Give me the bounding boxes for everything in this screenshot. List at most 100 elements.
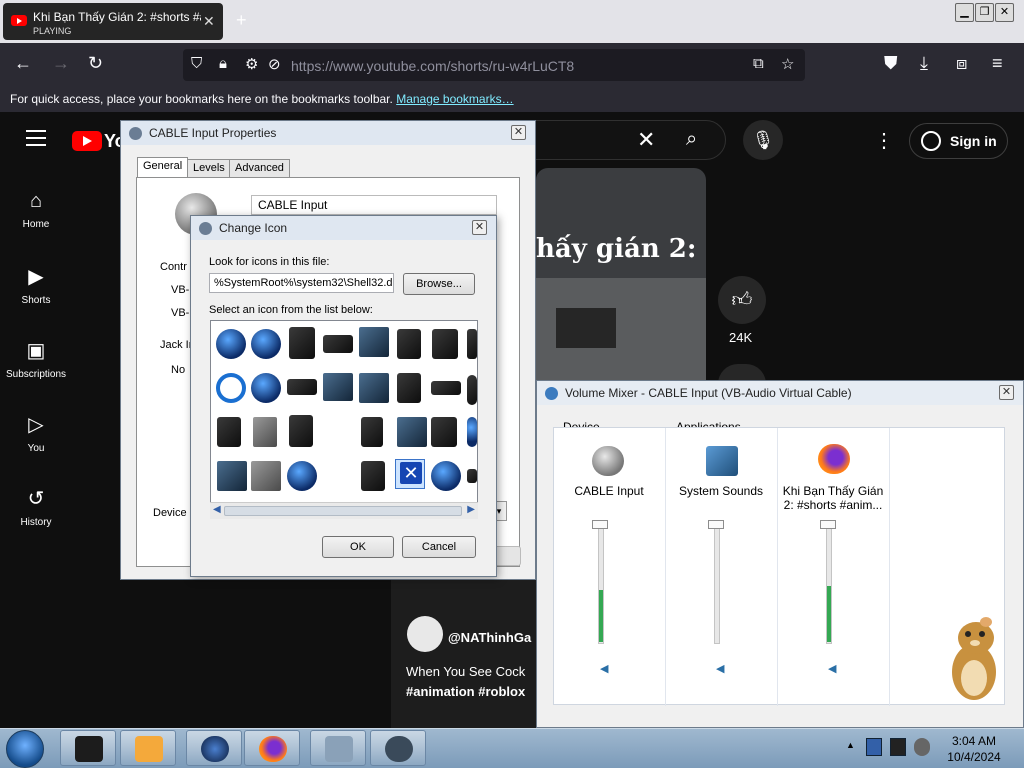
drive-icon[interactable] [289, 327, 315, 359]
shield-icon[interactable]: ⛉ [191, 55, 221, 85]
network-drive-icon[interactable] [359, 373, 389, 403]
bookmark-star-icon[interactable]: ☆ [781, 55, 811, 85]
new-tab-button[interactable]: + [236, 10, 247, 31]
copy-icon[interactable] [253, 417, 277, 447]
close-window-button[interactable]: ✕ [995, 3, 1014, 22]
mute-speaker-icon[interactable]: ◀ [828, 662, 840, 675]
sidebar-item-home[interactable]: ⌂ Home [0, 190, 72, 230]
tab-advanced[interactable]: Advanced [229, 159, 290, 178]
screen-icon[interactable] [323, 373, 353, 401]
delete-icon-selected[interactable] [395, 459, 425, 489]
tab-close-icon[interactable]: ✕ [203, 13, 215, 30]
browse-button[interactable]: Browse... [403, 273, 475, 295]
minimize-button[interactable]: ▁ [955, 3, 974, 22]
partial-icon[interactable] [467, 469, 477, 483]
dvd-icon[interactable] [251, 373, 281, 403]
close-dialog-button[interactable]: ✕ [511, 125, 526, 140]
scroll-right-icon[interactable]: ▶ [467, 504, 475, 515]
slider-thumb[interactable] [592, 520, 608, 529]
firefox-icon[interactable] [818, 444, 850, 474]
back-button[interactable]: ← [14, 53, 32, 74]
browser-tab[interactable]: Khi Bạn Thấy Gián 2: #shorts #a PLAYING … [3, 3, 223, 40]
globe-icon[interactable] [216, 329, 246, 359]
menu-icon[interactable]: ≡ [992, 53, 1003, 74]
sidebar-item-you[interactable]: ▷ You [0, 412, 72, 454]
disc-icon[interactable] [287, 461, 317, 491]
mute-speaker-icon[interactable]: ◀ [716, 662, 728, 675]
monitor-icon[interactable] [359, 327, 389, 357]
taskbar-item-firefox[interactable] [244, 730, 300, 766]
yt-search-box[interactable]: ✕ ⌕ [530, 120, 726, 160]
user-icon[interactable] [217, 461, 247, 491]
manage-bookmarks-link[interactable]: Manage bookmarks… [396, 92, 513, 106]
more-options-icon[interactable]: ⋮ [874, 128, 894, 153]
icon-list[interactable] [210, 320, 478, 519]
computer-icon[interactable] [397, 329, 421, 359]
channel-handle[interactable]: @NAThinhGa [448, 630, 531, 645]
url-bar[interactable]: ⛉ 🔒︎ ⚙ ⊘ https://www.youtube.com/shorts/… [183, 49, 805, 81]
partial-icon[interactable] [467, 329, 477, 359]
sidebar-item-shorts[interactable]: ▶ Shorts [0, 264, 72, 306]
blinds-icon[interactable] [251, 461, 281, 491]
taskbar-item-volume-mixer[interactable] [310, 730, 366, 766]
users-icon[interactable] [397, 417, 427, 447]
show-hidden-icons-button[interactable]: ▲ [846, 740, 855, 750]
reload-button[interactable]: ↻ [88, 53, 103, 74]
volume-slider[interactable] [708, 520, 726, 644]
partial-icon[interactable] [467, 375, 477, 405]
hard-disk-icon[interactable] [323, 335, 353, 353]
clear-search-icon[interactable]: ✕ [637, 127, 655, 153]
tray-volume-icon[interactable] [914, 738, 930, 756]
tab-general[interactable]: General [137, 157, 189, 178]
forward-button[interactable]: → [52, 53, 70, 74]
icon-file-path-input[interactable]: %SystemRoot%\system32\Shell32.d [209, 273, 394, 293]
ok-button[interactable]: OK [322, 536, 394, 558]
youtube-logo-icon[interactable] [72, 131, 102, 151]
pages-icon[interactable] [431, 417, 457, 447]
cd-drive-icon[interactable] [287, 379, 317, 395]
power-icon[interactable] [251, 329, 281, 359]
close-dialog-button[interactable]: ✕ [999, 385, 1014, 400]
device-name-field[interactable]: CABLE Input [251, 195, 497, 215]
cable-speaker-icon[interactable] [592, 446, 624, 476]
volume-slider[interactable] [592, 520, 610, 644]
taskbar-item-media-player[interactable] [120, 730, 176, 766]
downloads-icon[interactable]: ⤓ [920, 53, 928, 74]
folder-icon[interactable] [361, 461, 385, 491]
taskbar-item-globe[interactable] [186, 730, 242, 766]
keyboard-icon[interactable] [431, 381, 461, 395]
extensions-icon[interactable]: ⧈ [956, 53, 967, 74]
partial-icon[interactable] [467, 417, 477, 447]
prohibited-icon[interactable] [216, 373, 246, 403]
scroll-left-icon[interactable]: ◀ [213, 504, 221, 515]
pocket-icon[interactable]: ⛊ [884, 53, 898, 74]
slider-thumb[interactable] [820, 520, 836, 529]
restore-button[interactable]: ❐ [975, 3, 994, 22]
taskbar-item-app1[interactable] [60, 730, 116, 766]
shorts-video-player[interactable] [536, 168, 706, 380]
text-file-icon[interactable] [361, 417, 383, 447]
scrollbar-thumb[interactable] [224, 506, 462, 516]
mute-speaker-icon[interactable]: ◀ [600, 662, 612, 675]
sidebar-item-history[interactable]: ↺ History [0, 486, 72, 528]
picture-in-picture-icon[interactable]: ⧉ [753, 55, 783, 85]
video-hashtags[interactable]: #animation #roblox [406, 684, 525, 699]
slider-thumb[interactable] [708, 520, 724, 529]
taskbar-item-properties[interactable] [370, 730, 426, 766]
volume-slider[interactable] [820, 520, 838, 644]
tab-levels[interactable]: Levels [187, 159, 231, 178]
tray-monitor-icon[interactable] [890, 738, 906, 756]
system-sounds-icon[interactable] [706, 446, 738, 476]
start-button[interactable] [6, 730, 44, 768]
voice-search-mic-icon[interactable]: 🎙︎ [743, 120, 783, 160]
close-dialog-button[interactable]: ✕ [472, 220, 487, 235]
url-text[interactable]: https://www.youtube.com/shorts/ru-w4rLuC… [291, 58, 574, 74]
icon-list-scrollbar[interactable]: ◀ ▶ [210, 502, 478, 519]
sign-in-button[interactable]: Sign in [909, 123, 1008, 159]
taskbar-clock[interactable]: 3:04 AM 10/4/2024 [944, 733, 1004, 765]
channel-avatar[interactable] [407, 616, 443, 652]
sidebar-item-subscriptions[interactable]: ▣ Subscriptions [0, 338, 72, 380]
documents-icon[interactable] [217, 417, 241, 447]
like-button[interactable]: 👍︎ [718, 276, 766, 324]
internet-icon[interactable] [431, 461, 461, 491]
